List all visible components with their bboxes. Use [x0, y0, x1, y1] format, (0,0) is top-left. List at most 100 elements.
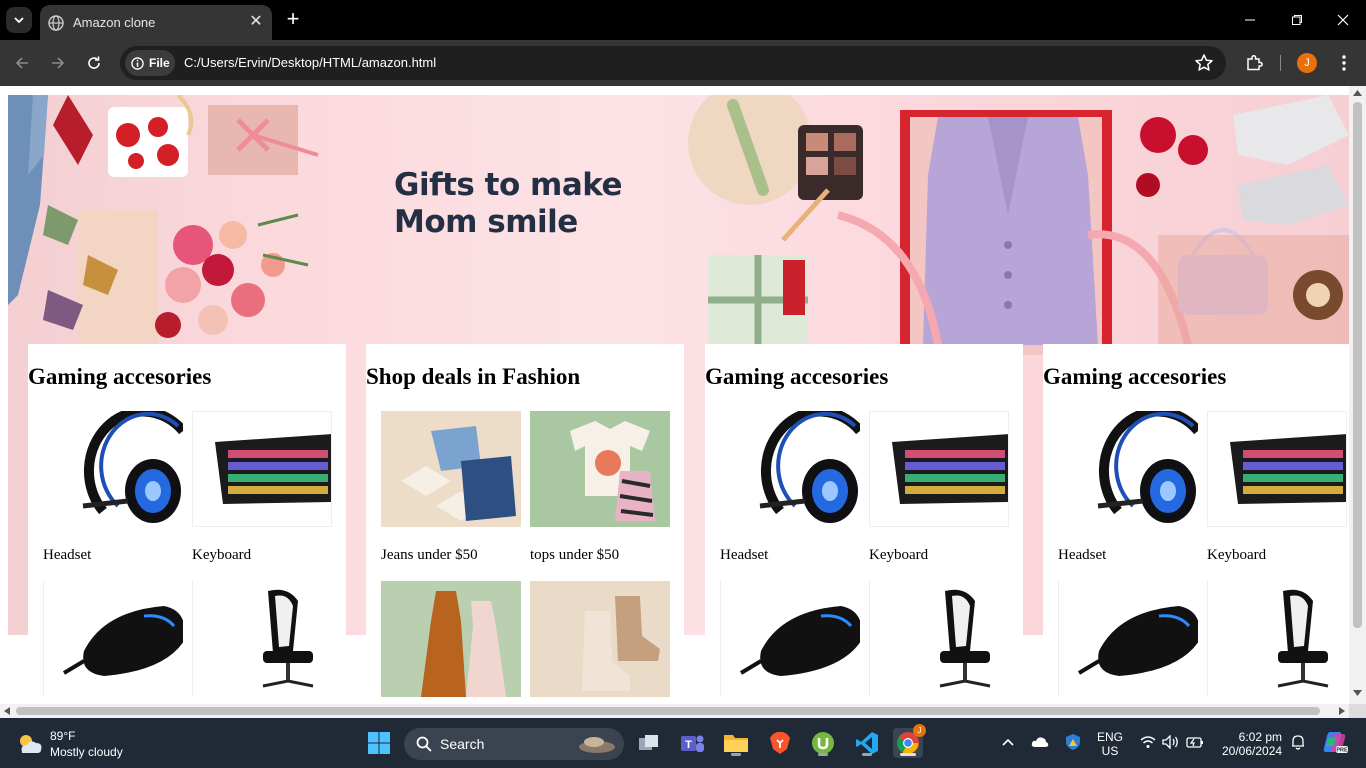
mouse-icon: [1077, 606, 1198, 676]
gaming-chair-icon: [262, 589, 314, 688]
horizontal-scroll-thumb[interactable]: [16, 707, 1320, 715]
keyboard-tile[interactable]: [192, 411, 332, 527]
vscode-icon: [856, 732, 878, 754]
file-explorer-button[interactable]: [721, 728, 751, 758]
teams-button[interactable]: T: [677, 728, 707, 758]
shield-warning-icon: [1066, 734, 1080, 750]
minimize-button[interactable]: [1238, 8, 1262, 32]
hero-title-line-2: Mom smile: [394, 204, 578, 240]
url-text[interactable]: C:/Users/Ervin/Desktop/HTML/amazon.html: [184, 55, 436, 70]
mouse-tile[interactable]: [1058, 581, 1198, 697]
volume-button[interactable]: [1161, 732, 1181, 752]
scroll-right-icon[interactable]: [1339, 707, 1345, 715]
product-card-2: Shop deals in Fashion Jeans under $50 to…: [366, 344, 684, 718]
site-info-chip[interactable]: File: [125, 50, 175, 76]
windows-icon: [368, 732, 390, 754]
close-tab-icon[interactable]: ✕: [248, 14, 264, 30]
mouse-tile[interactable]: [43, 581, 183, 697]
mouse-icon: [62, 606, 183, 676]
close-window-button[interactable]: [1331, 8, 1355, 32]
weather-temperature[interactable]: 89°F: [50, 729, 75, 743]
reload-button[interactable]: [81, 50, 107, 76]
vertical-scrollbar[interactable]: [1349, 86, 1366, 704]
tile-label[interactable]: Keyboard: [1207, 547, 1266, 564]
scroll-up-icon[interactable]: [1353, 90, 1362, 96]
address-bar[interactable]: File C:/Users/Ervin/Desktop/HTML/amazon.…: [120, 46, 1226, 80]
active-indicator: [900, 753, 916, 756]
tile-label[interactable]: Headset: [720, 547, 768, 564]
system-clock[interactable]: 6:02 pm 20/06/2024: [1222, 730, 1282, 758]
horizontal-scrollbar[interactable]: [0, 704, 1349, 718]
dress-tile[interactable]: [381, 581, 521, 697]
clock-time: 6:02 pm: [1238, 730, 1282, 744]
browser-tab[interactable]: Amazon clone ✕: [40, 5, 272, 40]
boots-tile[interactable]: [530, 581, 670, 697]
language-indicator[interactable]: ENG US: [1097, 730, 1123, 758]
notifications-button[interactable]: [1288, 732, 1308, 752]
weather-description[interactable]: Mostly cloudy: [50, 745, 123, 759]
tile-label[interactable]: Jeans under $50: [381, 547, 478, 564]
tab-search-button[interactable]: [6, 7, 32, 33]
gaming-chair-tile[interactable]: [869, 581, 1009, 697]
battery-button[interactable]: [1185, 732, 1205, 752]
tops-tile[interactable]: [530, 411, 670, 527]
scroll-left-icon[interactable]: [4, 707, 10, 715]
gaming-chair-icon: [939, 589, 991, 688]
taskbar-search[interactable]: Search: [404, 728, 624, 760]
headset-tile[interactable]: [720, 411, 860, 527]
cloud-sun-icon[interactable]: [16, 732, 44, 756]
keyboard-tile[interactable]: [869, 411, 1009, 527]
copilot-button[interactable]: PRE: [1322, 729, 1348, 755]
forward-button[interactable]: [45, 50, 71, 76]
running-indicator: [862, 753, 872, 756]
region-code: US: [1101, 744, 1119, 758]
new-tab-button[interactable]: +: [282, 8, 304, 30]
menu-button[interactable]: [1333, 52, 1355, 74]
bookmark-star-icon[interactable]: [1194, 53, 1214, 73]
keyboard-tile[interactable]: [1207, 411, 1347, 527]
start-button[interactable]: [364, 728, 394, 758]
profile-avatar[interactable]: J: [1297, 53, 1317, 73]
utorrent-button[interactable]: [808, 728, 838, 758]
restore-button[interactable]: [1285, 8, 1309, 32]
scroll-down-icon[interactable]: [1353, 690, 1362, 696]
vertical-scroll-thumb[interactable]: [1353, 102, 1362, 628]
tab-title: Amazon clone: [73, 15, 156, 30]
tile-label[interactable]: Keyboard: [192, 547, 251, 564]
kebab-menu-icon: [1342, 55, 1346, 71]
keyboard-icon: [215, 434, 331, 504]
show-hidden-icons-button[interactable]: [998, 732, 1018, 752]
tile-label[interactable]: Keyboard: [869, 547, 928, 564]
brave-button[interactable]: [765, 728, 795, 758]
headset-tile[interactable]: [43, 411, 183, 527]
card-title: Gaming accesories: [28, 364, 212, 389]
tile-label[interactable]: Headset: [43, 547, 91, 564]
tile-label[interactable]: Headset: [1058, 547, 1106, 564]
task-view-button[interactable]: [634, 728, 664, 758]
arrow-left-icon: [15, 57, 28, 69]
gaming-chair-tile[interactable]: [1207, 581, 1347, 697]
tile-label[interactable]: tops under $50: [530, 547, 619, 564]
wifi-button[interactable]: [1138, 732, 1158, 752]
back-button[interactable]: [9, 50, 35, 76]
product-card-4: Gaming accesories Headset Keyboard: [1043, 344, 1349, 718]
minimize-icon: [1245, 19, 1255, 21]
security-button[interactable]: [1063, 732, 1083, 752]
headset-tile[interactable]: [1058, 411, 1198, 527]
onedrive-button[interactable]: [1030, 732, 1050, 752]
page-viewport: Gifts to make Mom smile Gaming accesorie…: [0, 86, 1366, 718]
arrow-right-icon: [52, 57, 65, 69]
speaker-icon: [1162, 735, 1178, 749]
jeans-tile[interactable]: [381, 411, 521, 527]
card-title: Gaming accesories: [705, 364, 889, 389]
mouse-tile[interactable]: [720, 581, 860, 697]
teams-icon: T: [681, 735, 704, 752]
cloud-icon: [1031, 737, 1049, 747]
gaming-chair-tile[interactable]: [192, 581, 332, 697]
vscode-button[interactable]: [852, 728, 882, 758]
chrome-button[interactable]: J: [893, 724, 926, 758]
search-icon: [416, 736, 432, 752]
headset-icon: [1097, 411, 1198, 523]
svg-text:PRE: PRE: [1336, 748, 1348, 754]
extensions-button[interactable]: [1243, 52, 1265, 74]
